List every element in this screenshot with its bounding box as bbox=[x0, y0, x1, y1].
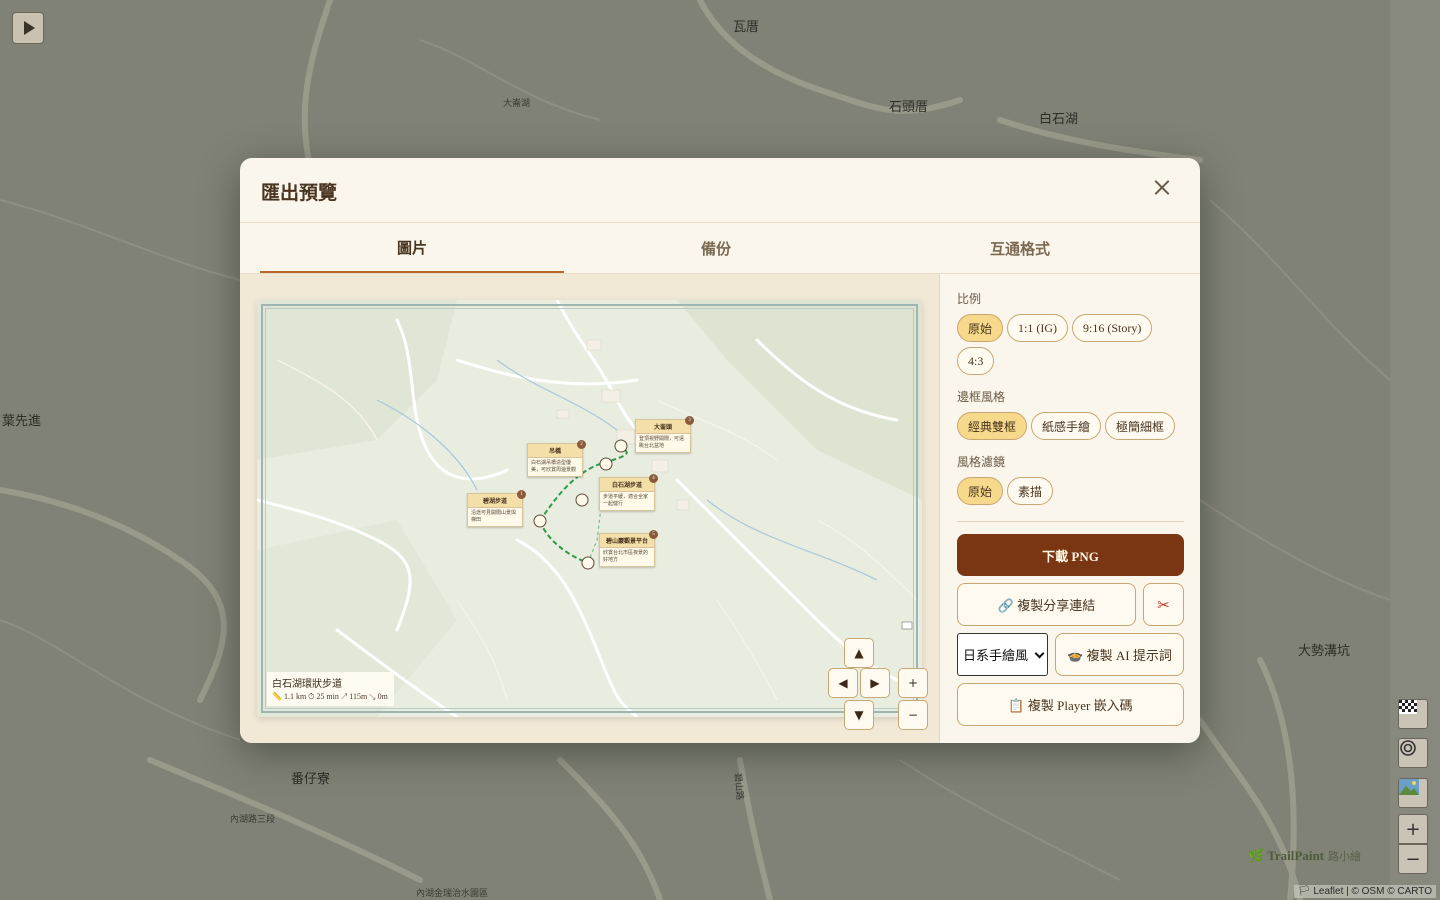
close-button[interactable] bbox=[1150, 176, 1174, 200]
frame-classic-double-chip[interactable]: 經典雙框 bbox=[957, 412, 1028, 440]
pan-right-button[interactable]: ▶ bbox=[860, 668, 890, 698]
modal-title: 匯出預覽 bbox=[261, 183, 338, 204]
brand-logo: 🌿 TrailPaint 路小繪 bbox=[1248, 848, 1361, 864]
filter-options: 原始 素描 bbox=[957, 477, 1184, 505]
checkered-flag-button[interactable] bbox=[1398, 699, 1428, 729]
scissors-icon: ✂ bbox=[1157, 595, 1170, 614]
play-button[interactable] bbox=[12, 12, 44, 44]
route-info-box: 白石湖環狀步道 📏 1.1 km ⏱ 25 min ↗ 115m ↘ 0m bbox=[267, 672, 394, 706]
preview-map bbox=[257, 300, 922, 717]
download-png-button[interactable]: 下載 PNG bbox=[957, 534, 1184, 576]
export-image-preview[interactable]: 吊橋 白石湖吊橋造型優美，可欣賞周邊景觀 2 大崙頭 登頂視野開闊，可遠眺台北盆… bbox=[257, 300, 922, 717]
poi-card-body: 登頂視野開闊，可遠眺台北盆地 bbox=[639, 437, 685, 449]
share-row: 🔗 複製分享連結 ✂ bbox=[957, 583, 1184, 626]
cut-button[interactable]: ✂ bbox=[1143, 583, 1184, 626]
pan-down-button[interactable]: ▼ bbox=[844, 700, 874, 730]
pan-left-button[interactable]: ◀ bbox=[828, 668, 858, 698]
poi-card-number: 4 bbox=[649, 474, 658, 483]
poi-card[interactable]: 碧湖步道 沿途可見開闊山景與梯田 1 bbox=[467, 490, 526, 527]
poi-card[interactable]: 碧山巖觀景平台 欣賞台北市區夜景的好地方 5 bbox=[599, 530, 658, 567]
poi-card-title: 碧山巖觀景平台 bbox=[600, 534, 654, 548]
poi-card-body: 白石湖吊橋造型優美，可欣賞周邊景觀 bbox=[531, 461, 577, 473]
map-label-neihu-park: 內湖金瑞治水園區 bbox=[416, 888, 489, 898]
copy-player-embed-button[interactable]: 📋 複製 Player 嵌入碼 bbox=[957, 683, 1184, 726]
modal-body: 吊橋 白石湖吊橋造型優美，可欣賞周邊景觀 2 大崙頭 登頂視野開闊，可遠眺台北盆… bbox=[240, 274, 1200, 743]
filter-label: 風格濾鏡 bbox=[957, 455, 1006, 469]
poi-card-title: 吊橋 bbox=[528, 444, 582, 458]
tab-interop-format[interactable]: 互通格式 bbox=[868, 223, 1172, 273]
frame-style-options: 經典雙框 紙感手繪 極簡細框 bbox=[957, 412, 1184, 440]
filter-original-chip[interactable]: 原始 bbox=[957, 477, 1004, 505]
brand-name: TrailPaint bbox=[1267, 848, 1325, 863]
poi-card-number: 3 bbox=[685, 416, 694, 425]
play-icon bbox=[24, 21, 35, 35]
style-select-value: 日系手繪風 bbox=[963, 649, 1029, 664]
map-zoom-in-button[interactable]: + bbox=[1398, 814, 1428, 844]
poi-card[interactable]: 吊橋 白石湖吊橋造型優美，可欣賞周邊景觀 2 bbox=[527, 440, 586, 477]
poi-card-title: 白石湖步道 bbox=[600, 478, 654, 492]
preview-zoom-in-button[interactable]: + bbox=[898, 668, 928, 698]
map-label-baishihu: 白石湖 bbox=[1039, 111, 1079, 126]
ratio-1-1-chip[interactable]: 1:1 (IG) bbox=[1007, 314, 1069, 342]
poi-card-number: 2 bbox=[577, 440, 586, 449]
ratio-4-3-chip[interactable]: 4:3 bbox=[957, 347, 995, 375]
map-attribution[interactable]: 🏳 Leaflet | © OSM © CARTO bbox=[1293, 885, 1436, 898]
poi-card[interactable]: 大崙頭 登頂視野開闊，可遠眺台北盆地 3 bbox=[635, 416, 694, 453]
copy-ai-prompt-button[interactable]: 🍲 複製 AI 提示詞 bbox=[1055, 633, 1184, 676]
poi-card-title: 大崙頭 bbox=[636, 420, 690, 434]
filter-sketch-chip[interactable]: 素描 bbox=[1007, 477, 1054, 505]
route-stats: 📏 1.1 km ⏱ 25 min ↗ 115m ↘ 0m bbox=[272, 692, 388, 701]
modal-header: 匯出預覽 bbox=[240, 158, 1200, 223]
leaf-icon: 🌿 bbox=[1248, 848, 1265, 863]
tab-backup[interactable]: 備份 bbox=[564, 223, 868, 273]
map-label-dashigoukeng: 大勢溝坑 bbox=[1298, 643, 1351, 658]
layer-picture-button[interactable] bbox=[1398, 778, 1428, 808]
ai-prompt-row: 日系手繪風 🍲 複製 AI 提示詞 bbox=[957, 633, 1184, 676]
export-preview-modal: 匯出預覽 圖片 備份 互通格式 吊橋 白石湖吊橋造型優美，可欣賞周邊景觀 2 大… bbox=[240, 158, 1200, 743]
locate-button[interactable] bbox=[1398, 738, 1428, 768]
preview-zoom-out-button[interactable]: − bbox=[898, 700, 928, 730]
frame-minimal-thin-chip[interactable]: 極簡細框 bbox=[1105, 412, 1176, 440]
map-label-bishan-road: 碧山路 bbox=[732, 772, 746, 801]
poi-card-number: 1 bbox=[517, 490, 526, 499]
copy-share-link-button[interactable]: 🔗 複製分享連結 bbox=[957, 583, 1136, 626]
ratio-options: 原始 1:1 (IG) 9:16 (Story) 4:3 bbox=[957, 314, 1184, 375]
ratio-9-16-chip[interactable]: 9:16 (Story) bbox=[1072, 314, 1153, 342]
tab-image[interactable]: 圖片 bbox=[260, 223, 564, 273]
picture-icon bbox=[1399, 779, 1419, 795]
map-zoom-out-button[interactable]: − bbox=[1398, 844, 1428, 874]
poi-card-number: 5 bbox=[649, 530, 658, 539]
map-label-wacuo: 瓦厝 bbox=[733, 19, 760, 34]
brand-subtitle: 路小繪 bbox=[1328, 851, 1362, 863]
preview-pane: 吊橋 白石湖吊橋造型優美，可欣賞周邊景觀 2 大崙頭 登頂視野開闊，可遠眺台北盆… bbox=[240, 274, 940, 743]
route-title: 白石湖環狀步道 bbox=[272, 679, 342, 690]
poi-card-body: 步道平緩，適合全家一起健行 bbox=[603, 495, 649, 507]
chevron-down-icon bbox=[1034, 648, 1045, 658]
modal-tabs: 圖片 備份 互通格式 bbox=[240, 223, 1200, 274]
poi-card-body: 欣賞台北市區夜景的好地方 bbox=[603, 551, 649, 563]
frame-paper-handdrawn-chip[interactable]: 紙感手繪 bbox=[1031, 412, 1102, 440]
map-label-yexianjin: 葉先進 bbox=[2, 413, 42, 428]
map-label-fanzailiao: 番仔寮 bbox=[291, 771, 331, 786]
poi-card[interactable]: 白石湖步道 步道平緩，適合全家一起健行 4 bbox=[599, 474, 658, 511]
map-label-neihu-road: 內湖路三段 bbox=[230, 814, 276, 824]
ratio-original-chip[interactable]: 原始 bbox=[957, 314, 1004, 342]
poi-card-body: 沿途可見開闊山景與梯田 bbox=[471, 511, 517, 523]
ratio-label: 比例 bbox=[957, 292, 982, 306]
pan-up-button[interactable]: ▲ bbox=[844, 638, 874, 668]
map-label-shitoucuo: 石頭厝 bbox=[889, 99, 929, 114]
target-icon bbox=[1400, 740, 1416, 756]
settings-divider bbox=[957, 521, 1184, 522]
frame-style-label: 邊框風格 bbox=[957, 390, 1006, 404]
style-select[interactable]: 日系手繪風 bbox=[957, 633, 1048, 676]
export-settings-pane: 比例 原始 1:1 (IG) 9:16 (Story) 4:3 邊框風格 經典雙… bbox=[940, 274, 1200, 743]
checkered-flag-icon bbox=[1399, 700, 1417, 714]
map-label-dalunhu: 大崙湖 bbox=[503, 98, 531, 108]
poi-card-title: 碧湖步道 bbox=[468, 494, 522, 508]
